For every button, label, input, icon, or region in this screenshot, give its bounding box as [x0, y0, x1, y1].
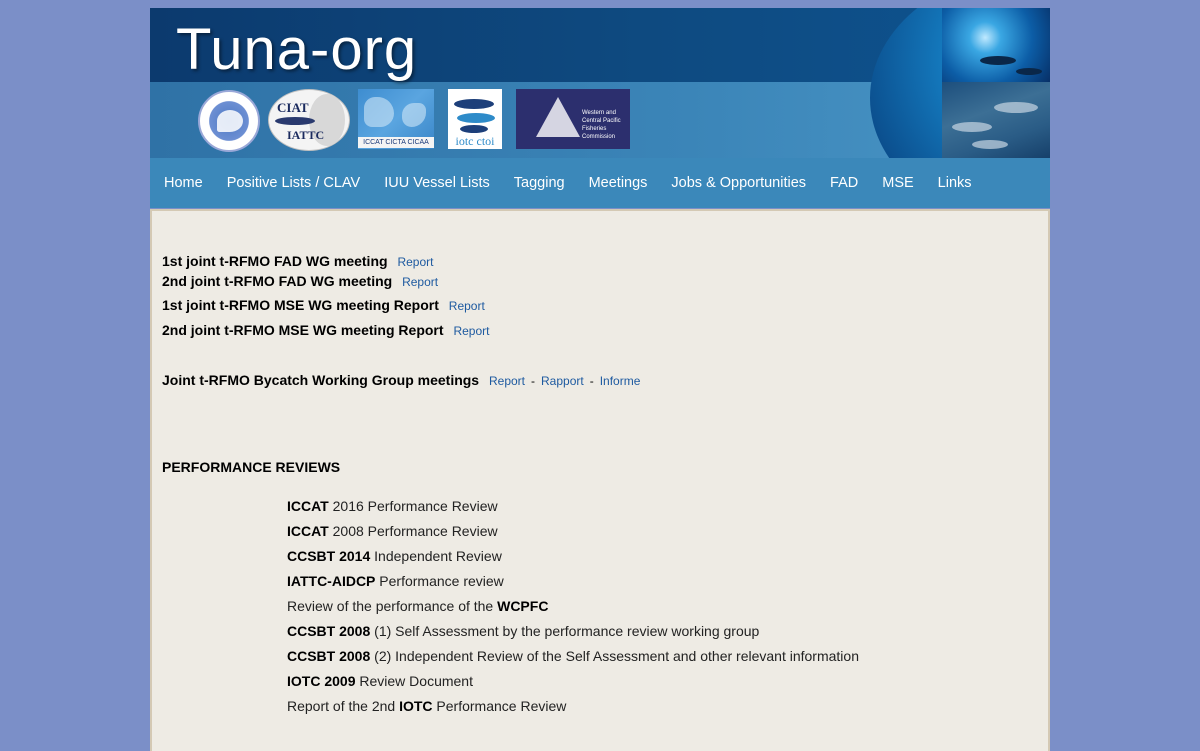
iattc-logo-text-ciat: CIAT — [277, 100, 309, 115]
separator: - — [531, 374, 536, 388]
performance-reviews-heading: PERFORMANCE REVIEWS — [162, 459, 341, 475]
review-text: 2016 Performance Review — [328, 498, 498, 514]
main-content: 1st joint t-RFMO FAD WG meeting Report 2… — [150, 209, 1050, 751]
iattc-logo-text-iattc: IATTC — [287, 128, 325, 142]
review-text: Report of the 2nd — [287, 698, 400, 714]
nav-mse[interactable]: MSE — [870, 158, 925, 208]
nav-meetings[interactable]: Meetings — [577, 158, 660, 208]
performance-review-link[interactable]: IOTC 2009 Review Document — [287, 673, 473, 689]
review-org: CCSBT 2014 — [287, 548, 371, 564]
report-link[interactable]: Report — [397, 255, 433, 269]
tuna-silhouette — [980, 56, 1016, 65]
wcpfc-logo[interactable]: Western and Central Pacific Fisheries Co… — [516, 89, 630, 149]
performance-review-link[interactable]: Review of the performance of the WCPFC — [287, 598, 548, 614]
sail-icon — [536, 97, 580, 137]
report-link[interactable]: Report — [453, 324, 489, 338]
page: Tuna-org CIAT IATTC ICCAT CICTA CICAA io… — [150, 8, 1050, 751]
site-title: Tuna-org — [176, 17, 418, 82]
tuna-silhouette — [972, 140, 1008, 149]
meeting-row: 1st joint t-RFMO MSE WG meeting Report R… — [162, 297, 485, 313]
iccat-logo-caption: ICCAT CICTA CICAA — [358, 137, 434, 148]
nav-tagging[interactable]: Tagging — [502, 158, 577, 208]
tuna-icon — [275, 117, 315, 125]
separator: - — [589, 374, 594, 388]
review-org: ICCAT — [287, 523, 329, 539]
review-org: CCSBT 2008 — [287, 623, 371, 639]
review-org: IOTC 2009 — [287, 673, 356, 689]
performance-review-link[interactable]: ICCAT 2016 Performance Review — [287, 498, 498, 514]
nav-jobs[interactable]: Jobs & Opportunities — [659, 158, 818, 208]
tuna-icon — [457, 113, 495, 123]
bycatch-report-link[interactable]: Report — [489, 374, 525, 388]
meeting-row: 1st joint t-RFMO FAD WG meeting Report — [162, 253, 433, 269]
nav-home[interactable]: Home — [150, 158, 215, 208]
review-org: IOTC — [399, 698, 433, 714]
tuna-silhouette — [994, 102, 1038, 113]
bycatch-rapport-link[interactable]: Rapport — [541, 374, 584, 388]
review-text: Review of the performance of the — [287, 598, 498, 614]
review-org: CCSBT 2008 — [287, 648, 371, 664]
review-text: Independent Review — [370, 548, 502, 564]
performance-review-link[interactable]: Report of the 2nd IOTC Performance Revie… — [287, 698, 566, 714]
review-text: (2) Independent Review of the Self Asses… — [370, 648, 859, 664]
fish-icon — [217, 110, 243, 132]
tuna-silhouette — [952, 122, 992, 132]
performance-review-link[interactable]: CCSBT 2014 Independent Review — [287, 548, 502, 564]
iattc-logo[interactable]: CIAT IATTC — [268, 89, 350, 151]
performance-review-link[interactable]: CCSBT 2008 (1) Self Assessment by the pe… — [287, 623, 759, 639]
meeting-title: 2nd joint t-RFMO FAD WG meeting — [162, 273, 393, 289]
wcpfc-logo-caption: Western and Central Pacific Fisheries Co… — [582, 110, 621, 140]
meeting-row: 2nd joint t-RFMO FAD WG meeting Report — [162, 273, 438, 289]
main-nav: Home Positive Lists / CLAV IUU Vessel Li… — [150, 158, 1050, 208]
performance-review-link[interactable]: CCSBT 2008 (2) Independent Review of the… — [287, 648, 859, 664]
review-text: 2008 Performance Review — [328, 523, 498, 539]
iccat-logo[interactable]: ICCAT CICTA CICAA — [358, 89, 434, 149]
nav-fad[interactable]: FAD — [818, 158, 870, 208]
meeting-title: 1st joint t-RFMO MSE WG meeting Report — [162, 297, 439, 313]
bycatch-row: Joint t-RFMO Bycatch Working Group meeti… — [162, 372, 640, 388]
tuna-icon — [460, 125, 488, 133]
tuna-photo-bottom — [942, 82, 1050, 158]
review-org: ICCAT — [287, 498, 329, 514]
ccsbt-logo[interactable] — [198, 90, 260, 152]
review-text: (1) Self Assessment by the performance r… — [370, 623, 760, 639]
nav-positive-lists[interactable]: Positive Lists / CLAV — [215, 158, 373, 208]
tuna-silhouette — [1016, 68, 1042, 75]
meeting-row: 2nd joint t-RFMO MSE WG meeting Report R… — [162, 322, 489, 338]
tuna-photo-top — [942, 8, 1050, 82]
map-landmass — [364, 97, 394, 127]
map-landmass — [402, 103, 426, 127]
review-text: Performance Review — [432, 698, 567, 714]
header-banner: Tuna-org CIAT IATTC ICCAT CICTA CICAA io… — [150, 8, 1050, 158]
iotc-logo-caption: iotc ctoi — [455, 134, 495, 148]
performance-review-link[interactable]: IATTC-AIDCP Performance review — [287, 573, 504, 589]
meeting-title: 1st joint t-RFMO FAD WG meeting — [162, 253, 388, 269]
nav-links[interactable]: Links — [926, 158, 984, 208]
review-text: Review Document — [355, 673, 473, 689]
performance-review-link[interactable]: ICCAT 2008 Performance Review — [287, 523, 498, 539]
iotc-logo[interactable]: iotc ctoi — [448, 89, 502, 149]
bycatch-informe-link[interactable]: Informe — [600, 374, 641, 388]
report-link[interactable]: Report — [449, 299, 485, 313]
nav-iuu-vessel-lists[interactable]: IUU Vessel Lists — [372, 158, 502, 208]
review-org: IATTC-AIDCP — [287, 573, 376, 589]
review-org: WCPFC — [497, 598, 549, 614]
meeting-title: 2nd joint t-RFMO MSE WG meeting Report — [162, 322, 444, 338]
bycatch-title: Joint t-RFMO Bycatch Working Group meeti… — [162, 372, 480, 388]
report-link[interactable]: Report — [402, 275, 438, 289]
tuna-icon — [454, 99, 494, 109]
review-text: Performance review — [375, 573, 504, 589]
